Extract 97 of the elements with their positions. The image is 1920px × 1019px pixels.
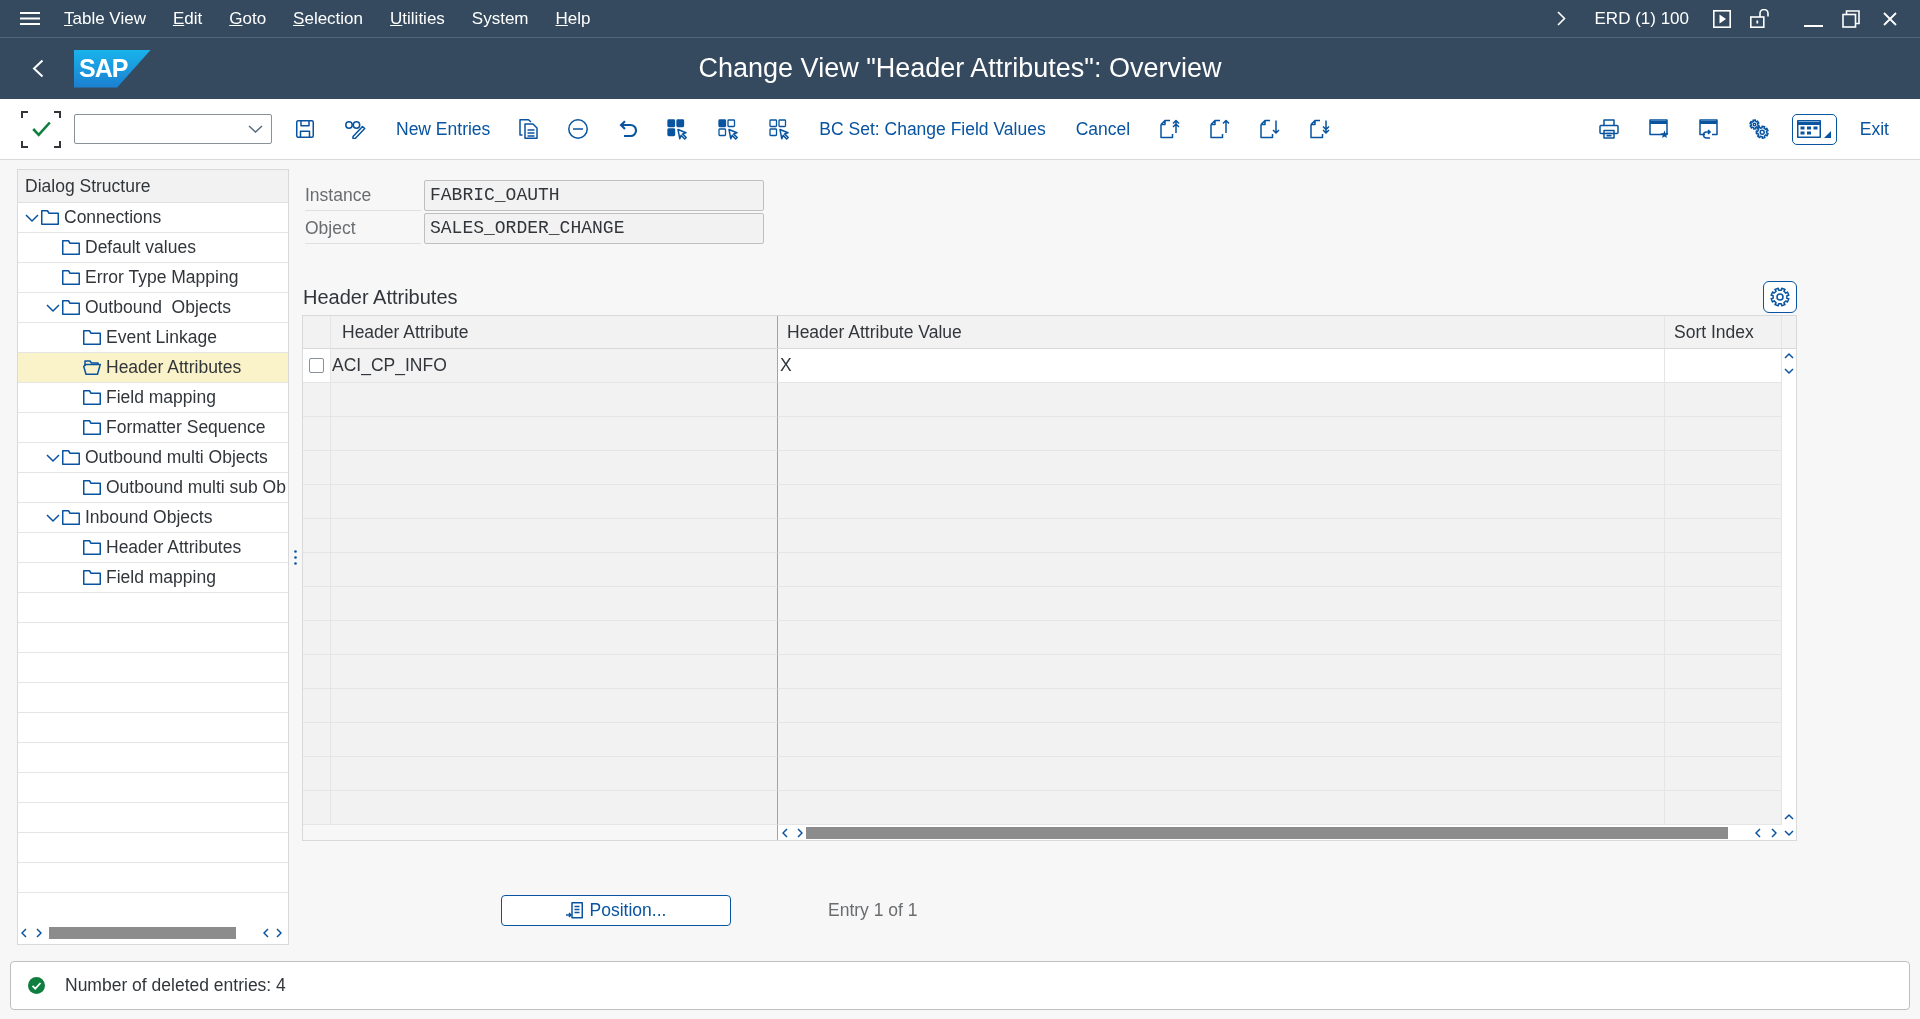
field-label: Instance xyxy=(305,180,421,211)
unlock-icon[interactable] xyxy=(1750,9,1770,28)
save-icon[interactable] xyxy=(296,120,314,138)
folder-icon xyxy=(83,480,101,495)
scrollbar-thumb[interactable] xyxy=(49,927,236,939)
chevron-up-icon[interactable] xyxy=(1784,814,1794,820)
folder-icon xyxy=(83,570,101,585)
chevron-up-icon[interactable] xyxy=(1784,353,1794,359)
glasses-pencil-icon[interactable] xyxy=(345,119,366,139)
new-entries-button[interactable]: New Entries xyxy=(396,111,491,147)
filled-grid-cursor-icon[interactable] xyxy=(667,118,689,140)
minus-circle-icon[interactable] xyxy=(568,119,589,139)
chevron-left-icon[interactable] xyxy=(263,928,269,938)
menu-item[interactable]: System xyxy=(471,7,529,30)
settings-icon xyxy=(1770,287,1790,307)
readonly-field: FABRIC_OAUTH xyxy=(424,180,764,211)
settings-button[interactable] xyxy=(1763,281,1797,313)
page-double-down-icon[interactable] xyxy=(1310,119,1331,139)
menu-item[interactable]: Edit xyxy=(172,7,203,30)
window-arrow-icon[interactable] xyxy=(1698,119,1719,139)
menu-item[interactable]: Table View xyxy=(64,7,146,30)
chevron-down-icon[interactable] xyxy=(46,453,60,462)
chevron-down-icon[interactable] xyxy=(1784,368,1794,374)
system-info: ERD (1) 100 xyxy=(1594,7,1689,30)
enter-button[interactable] xyxy=(21,110,61,148)
copy-documents-icon[interactable] xyxy=(519,119,540,139)
folder-icon xyxy=(83,420,101,435)
column-header[interactable]: Header Attribute xyxy=(331,316,778,348)
undo-icon[interactable] xyxy=(619,120,638,138)
exit-button[interactable]: Exit xyxy=(1859,111,1889,147)
position-icon xyxy=(565,902,583,919)
bc-set-button[interactable]: BC Set: Change Field Values xyxy=(819,111,1046,147)
scrollbar-track[interactable] xyxy=(778,825,1782,840)
section-title: Header Attributes xyxy=(303,285,458,310)
chevron-down-icon[interactable] xyxy=(46,303,60,312)
command-field[interactable] xyxy=(74,114,272,144)
menu-item[interactable]: Selection xyxy=(293,7,364,30)
folder-open-icon xyxy=(83,360,101,375)
folder-icon xyxy=(62,240,80,255)
partial-grid-cursor-icon[interactable] xyxy=(718,118,740,140)
chevron-down-icon[interactable] xyxy=(46,513,60,522)
window-title: Change View "Header Attributes": Overview xyxy=(698,52,1222,86)
tree-item[interactable]: Header Attributes xyxy=(18,353,288,383)
chevron-right-icon[interactable] xyxy=(1771,827,1777,838)
page-down-icon[interactable] xyxy=(1260,119,1281,139)
menu-item[interactable]: Help xyxy=(555,7,591,30)
chevron-right-icon[interactable] xyxy=(276,928,282,938)
chevron-right-icon[interactable] xyxy=(36,928,42,938)
folder-icon xyxy=(41,210,59,225)
layout-button[interactable] xyxy=(1791,113,1837,145)
chevron-left-icon[interactable] xyxy=(1755,827,1761,838)
empty-grid-cursor-icon[interactable] xyxy=(769,118,791,140)
chevron-down-icon[interactable] xyxy=(1784,830,1794,836)
scrollbar-thumb[interactable] xyxy=(806,826,1728,839)
chevron-left-icon[interactable] xyxy=(782,827,788,838)
menu-item[interactable]: Utilities xyxy=(390,7,445,30)
chevron-down-icon[interactable] xyxy=(248,125,263,133)
table-cell: ACI_CP_INFO xyxy=(331,349,778,383)
app-logo: SAP xyxy=(74,49,151,88)
folder-icon xyxy=(83,330,101,345)
page-double-up-icon[interactable] xyxy=(1160,119,1181,139)
page-up-icon[interactable] xyxy=(1210,119,1231,139)
folder-icon xyxy=(62,300,80,315)
menu-icon[interactable] xyxy=(20,12,40,25)
chevron-down-icon[interactable] xyxy=(25,213,39,222)
folder-icon xyxy=(62,270,80,285)
row-checkbox[interactable] xyxy=(309,358,324,373)
check-icon xyxy=(31,121,51,137)
field-label: Object xyxy=(305,213,421,244)
close-icon[interactable] xyxy=(1883,11,1897,26)
entry-count: Entry 1 of 1 xyxy=(828,899,918,923)
panel-title: Dialog Structure xyxy=(18,170,288,203)
success-icon xyxy=(28,977,45,994)
printer-icon[interactable] xyxy=(1598,119,1619,139)
menu-item[interactable]: Goto xyxy=(229,7,267,30)
gears-icon[interactable] xyxy=(1748,119,1769,139)
status-message: Number of deleted entries: 4 xyxy=(65,974,286,998)
scrollbar-track[interactable] xyxy=(1782,349,1796,840)
folder-icon xyxy=(62,450,80,465)
splitter-dots-icon[interactable] xyxy=(294,549,297,565)
back-icon[interactable] xyxy=(32,59,44,78)
chevron-left-icon[interactable] xyxy=(21,928,27,938)
column-header[interactable]: Sort Index xyxy=(1665,316,1782,348)
folder-icon xyxy=(83,540,101,555)
table-input-cell[interactable]: X xyxy=(778,349,1665,383)
folder-icon xyxy=(83,390,101,405)
chevron-right-icon[interactable] xyxy=(797,827,803,838)
play-icon[interactable] xyxy=(1713,9,1731,28)
folder-icon xyxy=(62,510,80,525)
readonly-field: SALES_ORDER_CHANGE xyxy=(424,213,764,244)
window-grid-icon xyxy=(1797,120,1822,138)
column-header[interactable]: Header Attribute Value xyxy=(778,316,1665,348)
table-input-cell[interactable] xyxy=(1665,349,1782,383)
corner-triangle-icon xyxy=(1824,130,1832,138)
restore-icon[interactable] xyxy=(1842,9,1860,28)
cancel-button[interactable]: Cancel xyxy=(1075,111,1131,147)
position-button[interactable]: Position... xyxy=(501,895,731,926)
